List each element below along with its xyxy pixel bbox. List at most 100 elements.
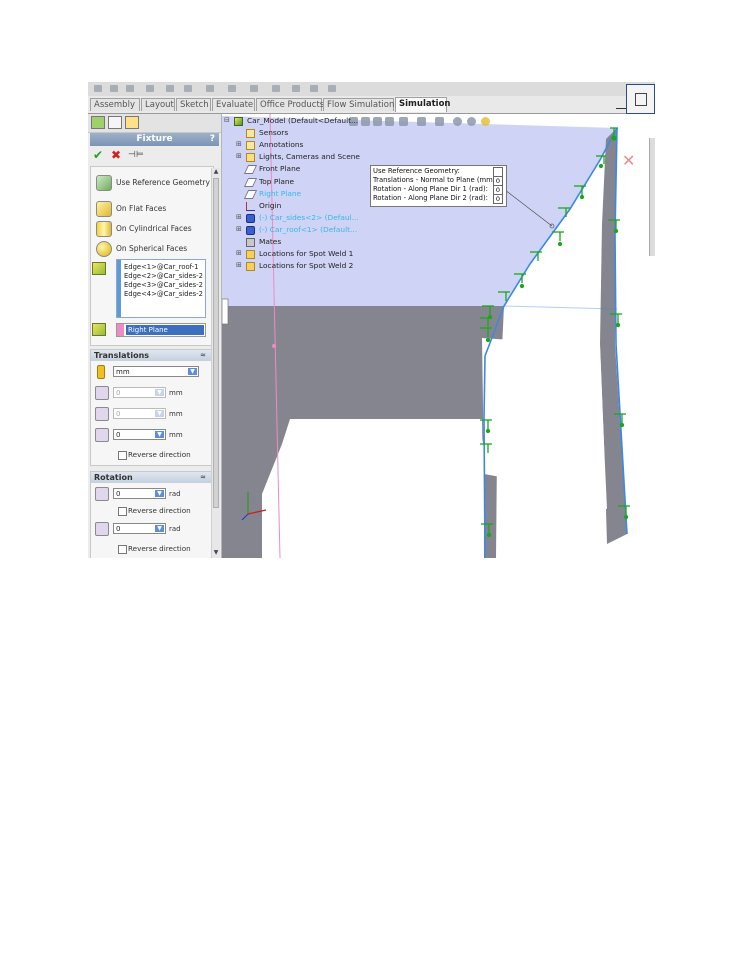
apply-scene-icon[interactable]	[467, 117, 476, 126]
pin-icon[interactable]: ⊣⊨	[128, 150, 144, 160]
toolbar-icon[interactable]	[206, 85, 214, 92]
list-item[interactable]: Edge<4>@Car_sides-2	[124, 290, 203, 298]
chevron-down-icon[interactable]: ▼	[155, 431, 164, 438]
reverse-direction-checkbox[interactable]	[118, 507, 127, 516]
graphics-area[interactable]: ✕ ⊟ Car_Model (Default<Default... Sensors ⊞…	[222, 114, 655, 558]
tab-office-products[interactable]: Office Products	[256, 98, 324, 111]
chevron-down-icon[interactable]: ▼	[188, 368, 197, 375]
view-orientation-icon[interactable]	[399, 117, 408, 126]
property-manager-tab-icon[interactable]	[108, 116, 122, 129]
toolbar-icon[interactable]	[272, 85, 280, 92]
tree-expander-icon[interactable]: ⊞	[236, 261, 242, 269]
scrollbar-thumb[interactable]	[213, 178, 219, 508]
toolbar-icon[interactable]	[166, 85, 174, 92]
translation-dir2-icon[interactable]	[95, 407, 109, 421]
tree-expander-icon[interactable]: ⊟	[224, 116, 230, 124]
tab-sketch[interactable]: Sketch	[176, 98, 211, 111]
tree-item[interactable]: Top Plane	[259, 177, 294, 186]
callout-row-value[interactable]: 0	[493, 194, 503, 204]
list-item[interactable]: Edge<2>@Car_sides-2	[124, 272, 203, 280]
tab-simulation[interactable]: Simulation	[395, 97, 450, 112]
list-item[interactable]: Edge<3>@Car_sides-2	[124, 281, 203, 289]
selected-edge-inner	[503, 305, 618, 310]
plane-icon	[243, 165, 258, 175]
scroll-up-icon[interactable]: ▲	[212, 168, 220, 176]
tab-evaluate[interactable]: Evaluate	[212, 98, 255, 111]
toolbar-icon[interactable]	[310, 85, 318, 92]
toolbar-icon[interactable]	[110, 85, 118, 92]
unit-select[interactable]: mm ▼	[113, 366, 199, 377]
tree-expander-icon[interactable]: ⊞	[236, 140, 242, 148]
toolbar-icon[interactable]	[292, 85, 300, 92]
tree-item[interactable]: Right Plane	[259, 189, 301, 198]
rotation-dir1-input[interactable]: 0 ▼	[113, 488, 166, 499]
tree-expander-icon[interactable]: ⊞	[236, 213, 242, 221]
toolbar-icon[interactable]	[94, 85, 102, 92]
help-icon[interactable]: ?	[210, 133, 215, 146]
restore-button[interactable]	[626, 84, 655, 114]
collapse-chevron-icon[interactable]: ≈	[200, 350, 206, 361]
tree-item[interactable]: Lights, Cameras and Scene	[259, 152, 360, 161]
rotation-header[interactable]: Rotation ≈	[91, 472, 211, 483]
tree-item[interactable]: Mates	[259, 237, 281, 246]
tree-item[interactable]: Locations for Spot Weld 2	[259, 261, 353, 270]
tree-item[interactable]: (-) Car_sides<2> (Defaul...	[259, 213, 359, 222]
tree-item[interactable]: Annotations	[259, 140, 303, 149]
hide-show-items-icon[interactable]	[435, 117, 444, 126]
chevron-down-icon[interactable]: ▼	[155, 410, 164, 417]
tab-layout[interactable]: Layout	[141, 98, 175, 111]
annotation-icon	[246, 141, 255, 151]
chevron-down-icon[interactable]: ▼	[155, 389, 164, 396]
toolbar-icon[interactable]	[250, 85, 258, 92]
chevron-down-icon[interactable]: ▼	[155, 525, 164, 532]
collapse-chevron-icon[interactable]: ≈	[200, 472, 206, 483]
tab-assembly[interactable]: Assembly	[90, 98, 140, 111]
display-style-icon[interactable]	[417, 117, 426, 126]
reference-plane-field[interactable]: Right Plane	[116, 323, 206, 337]
edit-appearance-icon[interactable]	[453, 117, 462, 126]
selected-edge-pillar[interactable]	[483, 355, 486, 558]
reverse-direction-checkbox[interactable]	[118, 545, 127, 554]
tree-expander-icon[interactable]: ⊞	[236, 152, 242, 160]
translation-dir2-input[interactable]: 0 ▼	[113, 408, 166, 419]
close-x-icon[interactable]: ✕	[622, 151, 635, 170]
toolbar-icon[interactable]	[328, 85, 336, 92]
list-item[interactable]: Edge<1>@Car_roof-1	[124, 263, 198, 271]
ok-check-icon[interactable]: ✔	[93, 148, 103, 162]
rotation-dir1-icon[interactable]	[95, 487, 109, 501]
rotation-dir2-input[interactable]: 0 ▼	[113, 523, 166, 534]
chevron-down-icon[interactable]: ▼	[155, 490, 164, 497]
tree-expander-icon[interactable]: ⊞	[236, 249, 242, 257]
translation-dir1-icon[interactable]	[95, 386, 109, 400]
cancel-x-icon[interactable]: ✖	[111, 148, 121, 162]
reverse-direction-checkbox[interactable]	[118, 451, 127, 460]
configuration-tab-icon[interactable]	[125, 116, 139, 129]
tree-expander-icon[interactable]: ⊞	[236, 225, 242, 233]
translation-normal-input[interactable]: 0 ▼	[113, 429, 166, 440]
rotation-dir2-icon[interactable]	[95, 522, 109, 536]
translations-header[interactable]: Translations ≈	[91, 350, 211, 361]
tree-item[interactable]: Locations for Spot Weld 1	[259, 249, 353, 258]
translation-normal-icon[interactable]	[95, 428, 109, 442]
tree-item[interactable]: Car_Model (Default<Default...	[247, 116, 358, 125]
feature-tree-tab-icon[interactable]	[91, 116, 105, 129]
panel-scrollbar[interactable]: ▲ ▼	[211, 168, 220, 558]
tree-item[interactable]: Front Plane	[259, 164, 300, 173]
minimize-button[interactable]	[616, 107, 626, 109]
task-pane-strip[interactable]	[649, 138, 655, 256]
translation-normal-value: 0	[116, 431, 121, 439]
edge-selection-list[interactable]: Edge<1>@Car_roof-1 Edge<2>@Car_sides-2 E…	[116, 259, 206, 318]
toolbar-icon[interactable]	[228, 85, 236, 92]
toolbar-icon[interactable]	[146, 85, 154, 92]
translation-dir1-input[interactable]: 0 ▼	[113, 387, 166, 398]
tree-item[interactable]: Sensors	[259, 128, 288, 137]
tree-item[interactable]: Origin	[259, 201, 281, 210]
view-settings-icon[interactable]	[481, 117, 490, 126]
tree-item[interactable]: (-) Car_roof<1> (Default...	[259, 225, 357, 234]
selected-plane[interactable]: Right Plane	[126, 325, 204, 335]
toolbar-icon[interactable]	[184, 85, 192, 92]
toolbar-icon[interactable]	[126, 85, 134, 92]
scroll-down-icon[interactable]: ▼	[212, 549, 220, 557]
tab-flow-simulation[interactable]: Flow Simulation	[323, 98, 394, 111]
section-view-icon[interactable]	[385, 117, 394, 126]
